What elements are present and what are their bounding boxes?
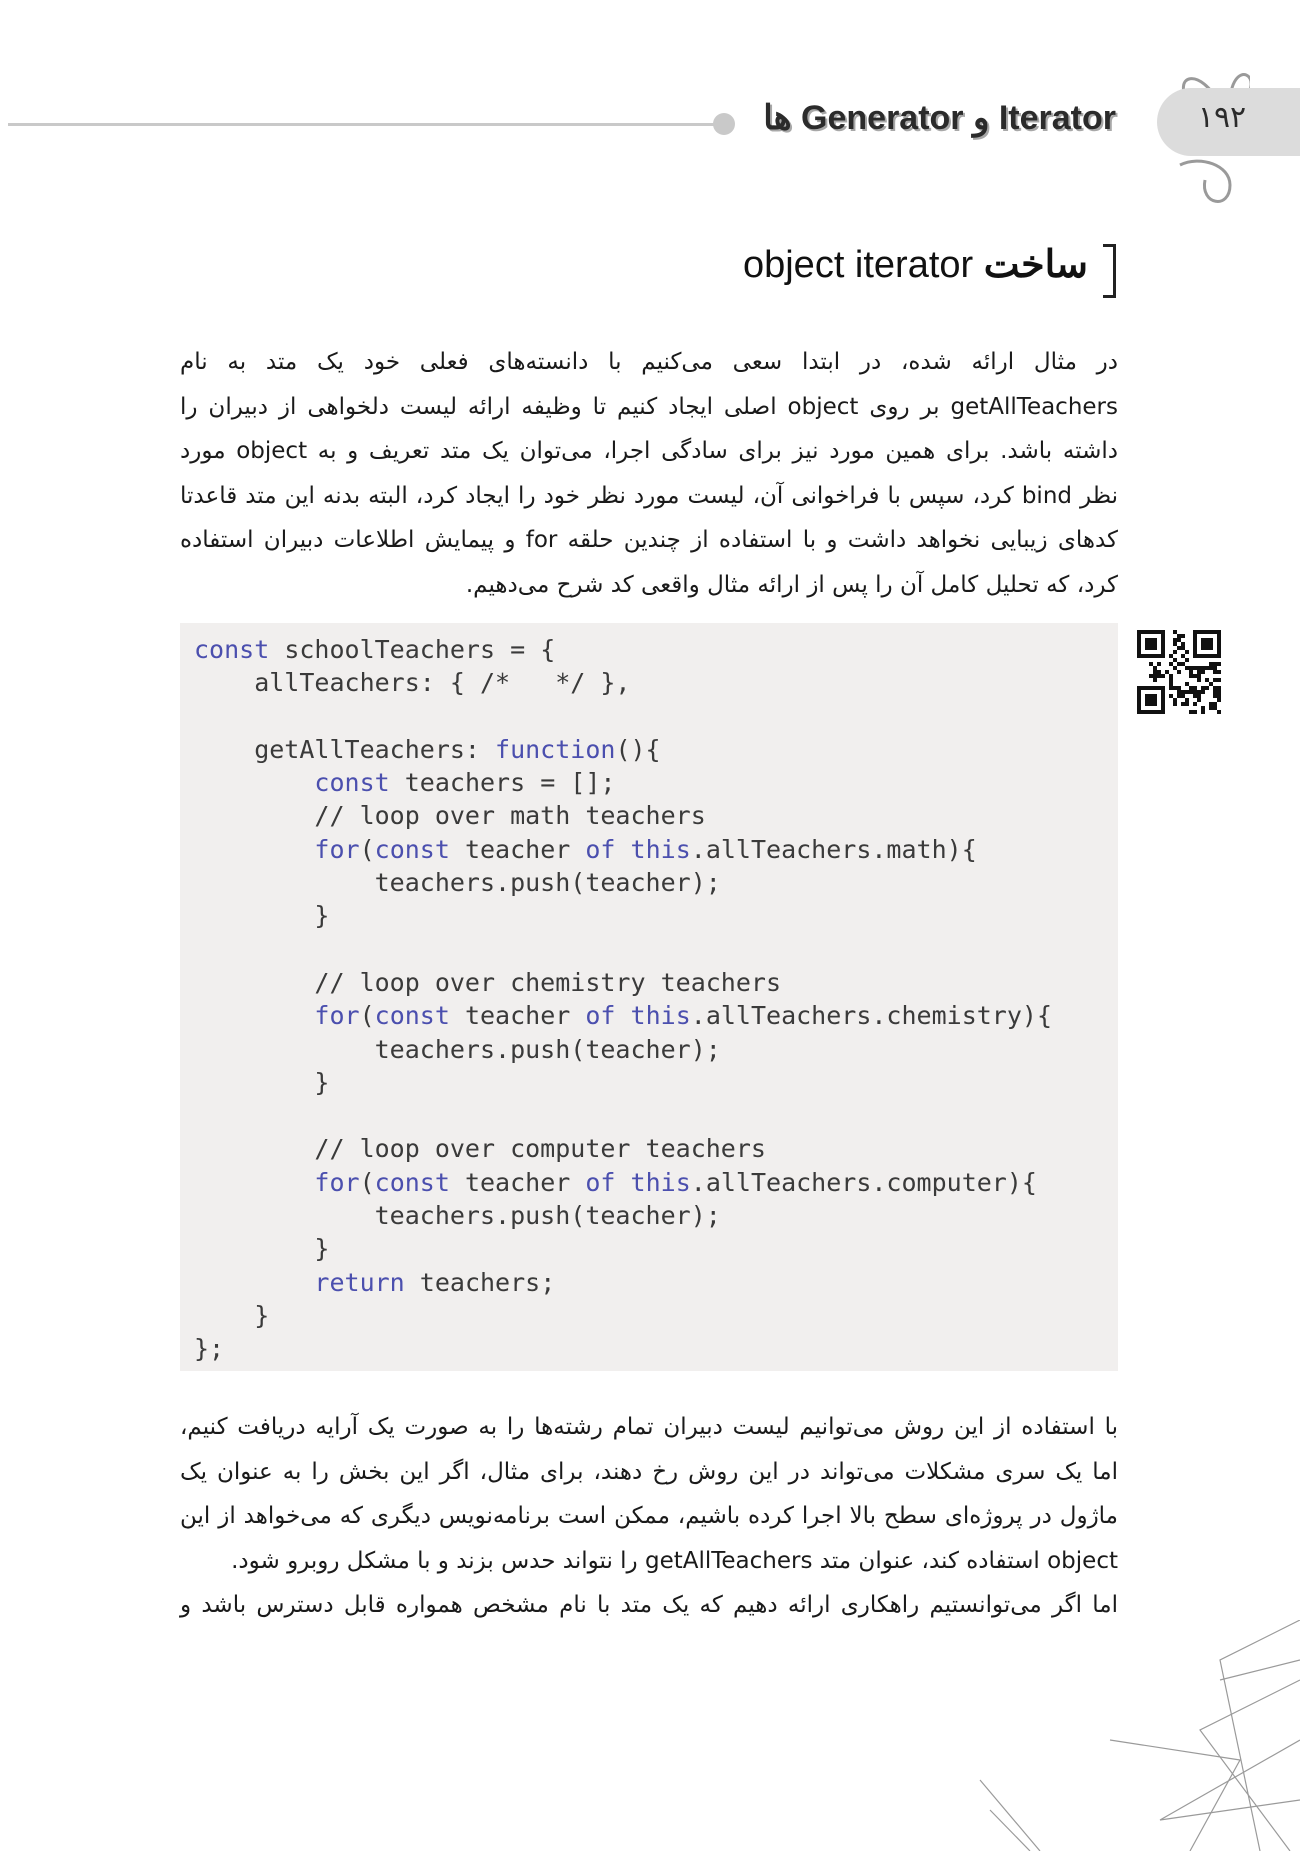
code-text: schoolTeachers = { — [269, 635, 556, 664]
paragraph-line: object استفاده کند، عنوان متد getAllTeac… — [231, 1547, 1118, 1574]
paragraph-line: با استفاده از این روش می‌توانیم لیست دبی… — [180, 1414, 1118, 1440]
paragraph-line: getAllTeachers بر روی object اصلی ایجاد … — [180, 393, 1118, 420]
code-keyword: this — [630, 1001, 691, 1031]
paragraph-discussion: با استفاده از این روش می‌توانیم لیست دبی… — [180, 1405, 1118, 1628]
code-keyword: function — [495, 734, 616, 764]
code-keyword: for — [314, 834, 360, 864]
code-line: // loop over computer teachers — [194, 1132, 1118, 1165]
chapter-title: Iterator و Generator ها — [763, 99, 1116, 137]
code-keyword: const — [194, 635, 270, 664]
code-line: allTeachers: { /* */ }, — [194, 666, 1118, 699]
code-keyword: of — [585, 1001, 616, 1031]
code-line: } — [194, 899, 1118, 932]
code-keyword: this — [630, 1167, 691, 1197]
code-text: } — [194, 901, 330, 931]
section-heading: ساخت object iterator — [742, 242, 1116, 298]
header-rule — [8, 123, 720, 126]
page-number: ۱۹۲ — [1197, 100, 1247, 135]
code-text: ( — [359, 834, 375, 864]
code-keyword: return — [314, 1267, 405, 1297]
paragraph-line: ماژول در پروژه‌ای سطح بالا اجرا کرده باش… — [180, 1503, 1118, 1529]
code-line: // loop over math teachers — [194, 799, 1118, 832]
code-text: teachers.push(teacher); — [194, 1034, 721, 1064]
code-keyword: of — [585, 1167, 616, 1197]
code-keyword: this — [630, 834, 691, 864]
code-text: // loop over math teachers — [194, 801, 706, 831]
code-line: getAllTeachers: function(){ — [194, 733, 1118, 766]
code-keyword: const — [374, 834, 450, 864]
section-heading-fa: ساخت — [983, 244, 1088, 286]
code-keyword: const — [374, 1167, 450, 1197]
heading-bracket — [1103, 244, 1116, 298]
code-text: allTeachers: { /* */ }, — [194, 668, 631, 698]
code-keyword: const — [374, 1001, 450, 1031]
decorative-lines — [979, 1620, 1300, 1851]
code-text: teachers; — [404, 1267, 556, 1297]
code-text: teachers = []; — [389, 768, 616, 798]
code-text: } — [194, 1300, 270, 1330]
code-line: } — [194, 1299, 1118, 1332]
code-text: .allTeachers.chemistry){ — [690, 1001, 1052, 1031]
paragraph-line: کرد، که تحلیل کامل آن را پس از ارائه مثا… — [465, 571, 1118, 598]
code-line: return teachers; — [194, 1266, 1118, 1299]
code-text: .allTeachers.math){ — [690, 834, 977, 864]
code-keyword: for — [314, 1001, 360, 1031]
paragraph-line: اما یک سری مشکلات می‌تواند در این روش رخ… — [180, 1458, 1118, 1485]
section-heading-en: object iterator — [742, 244, 974, 286]
code-keyword: const — [314, 768, 390, 798]
qr-code-icon — [1137, 630, 1221, 714]
paragraph-intro: در مثال ارائه شده، در ابتدا سعی می‌کنیم … — [180, 340, 1118, 607]
code-block: const schoolTeachers = { allTeachers: { … — [180, 623, 1118, 1371]
code-keyword: of — [585, 834, 616, 864]
code-line: } — [194, 1066, 1118, 1099]
code-text: getAllTeachers: — [194, 734, 496, 764]
paragraph-line: داشته باشد. برای همین مورد نیز برای سادگ… — [180, 438, 1118, 464]
code-line: for(const teacher of this.allTeachers.ma… — [194, 833, 1118, 866]
code-line: teachers.push(teacher); — [194, 1199, 1118, 1232]
code-text: .allTeachers.computer){ — [690, 1167, 1037, 1197]
code-text: teacher — [449, 1167, 586, 1197]
code-keyword: for — [314, 1167, 360, 1197]
code-line: } — [194, 1232, 1118, 1265]
code-line: const teachers = []; — [194, 766, 1118, 799]
code-line: for(const teacher of this.allTeachers.ch… — [194, 999, 1118, 1032]
code-text: teachers.push(teacher); — [194, 868, 721, 898]
header-rule-dot — [713, 113, 735, 135]
code-text: // loop over computer teachers — [194, 1134, 766, 1164]
code-text: (){ — [615, 734, 661, 764]
code-text: } — [194, 1234, 330, 1264]
code-text: teachers.push(teacher); — [194, 1201, 721, 1231]
code-text: // loop over chemistry teachers — [194, 967, 781, 997]
code-text: teacher — [449, 834, 586, 864]
paragraph-line: در مثال ارائه شده، در ابتدا سعی می‌کنیم … — [180, 349, 1118, 375]
code-line: const schoolTeachers = { — [194, 633, 1118, 666]
code-line: }; — [194, 1332, 1118, 1365]
paragraph-line: کدهای زیبایی نخواهد داشت و با استفاده از… — [180, 527, 1118, 553]
code-line: teachers.push(teacher); — [194, 866, 1118, 899]
code-text: ( — [359, 1001, 375, 1031]
code-line: for(const teacher of this.allTeachers.co… — [194, 1166, 1118, 1199]
code-text: } — [194, 1067, 330, 1097]
code-line: teachers.push(teacher); — [194, 1033, 1118, 1066]
code-text: }; — [194, 1334, 225, 1364]
code-line: // loop over chemistry teachers — [194, 966, 1118, 999]
paragraph-line: نظر bind کرد، سپس با فراخوانی آن، لیست م… — [180, 482, 1118, 509]
code-text: teacher — [449, 1001, 586, 1031]
code-text: ( — [359, 1167, 375, 1197]
